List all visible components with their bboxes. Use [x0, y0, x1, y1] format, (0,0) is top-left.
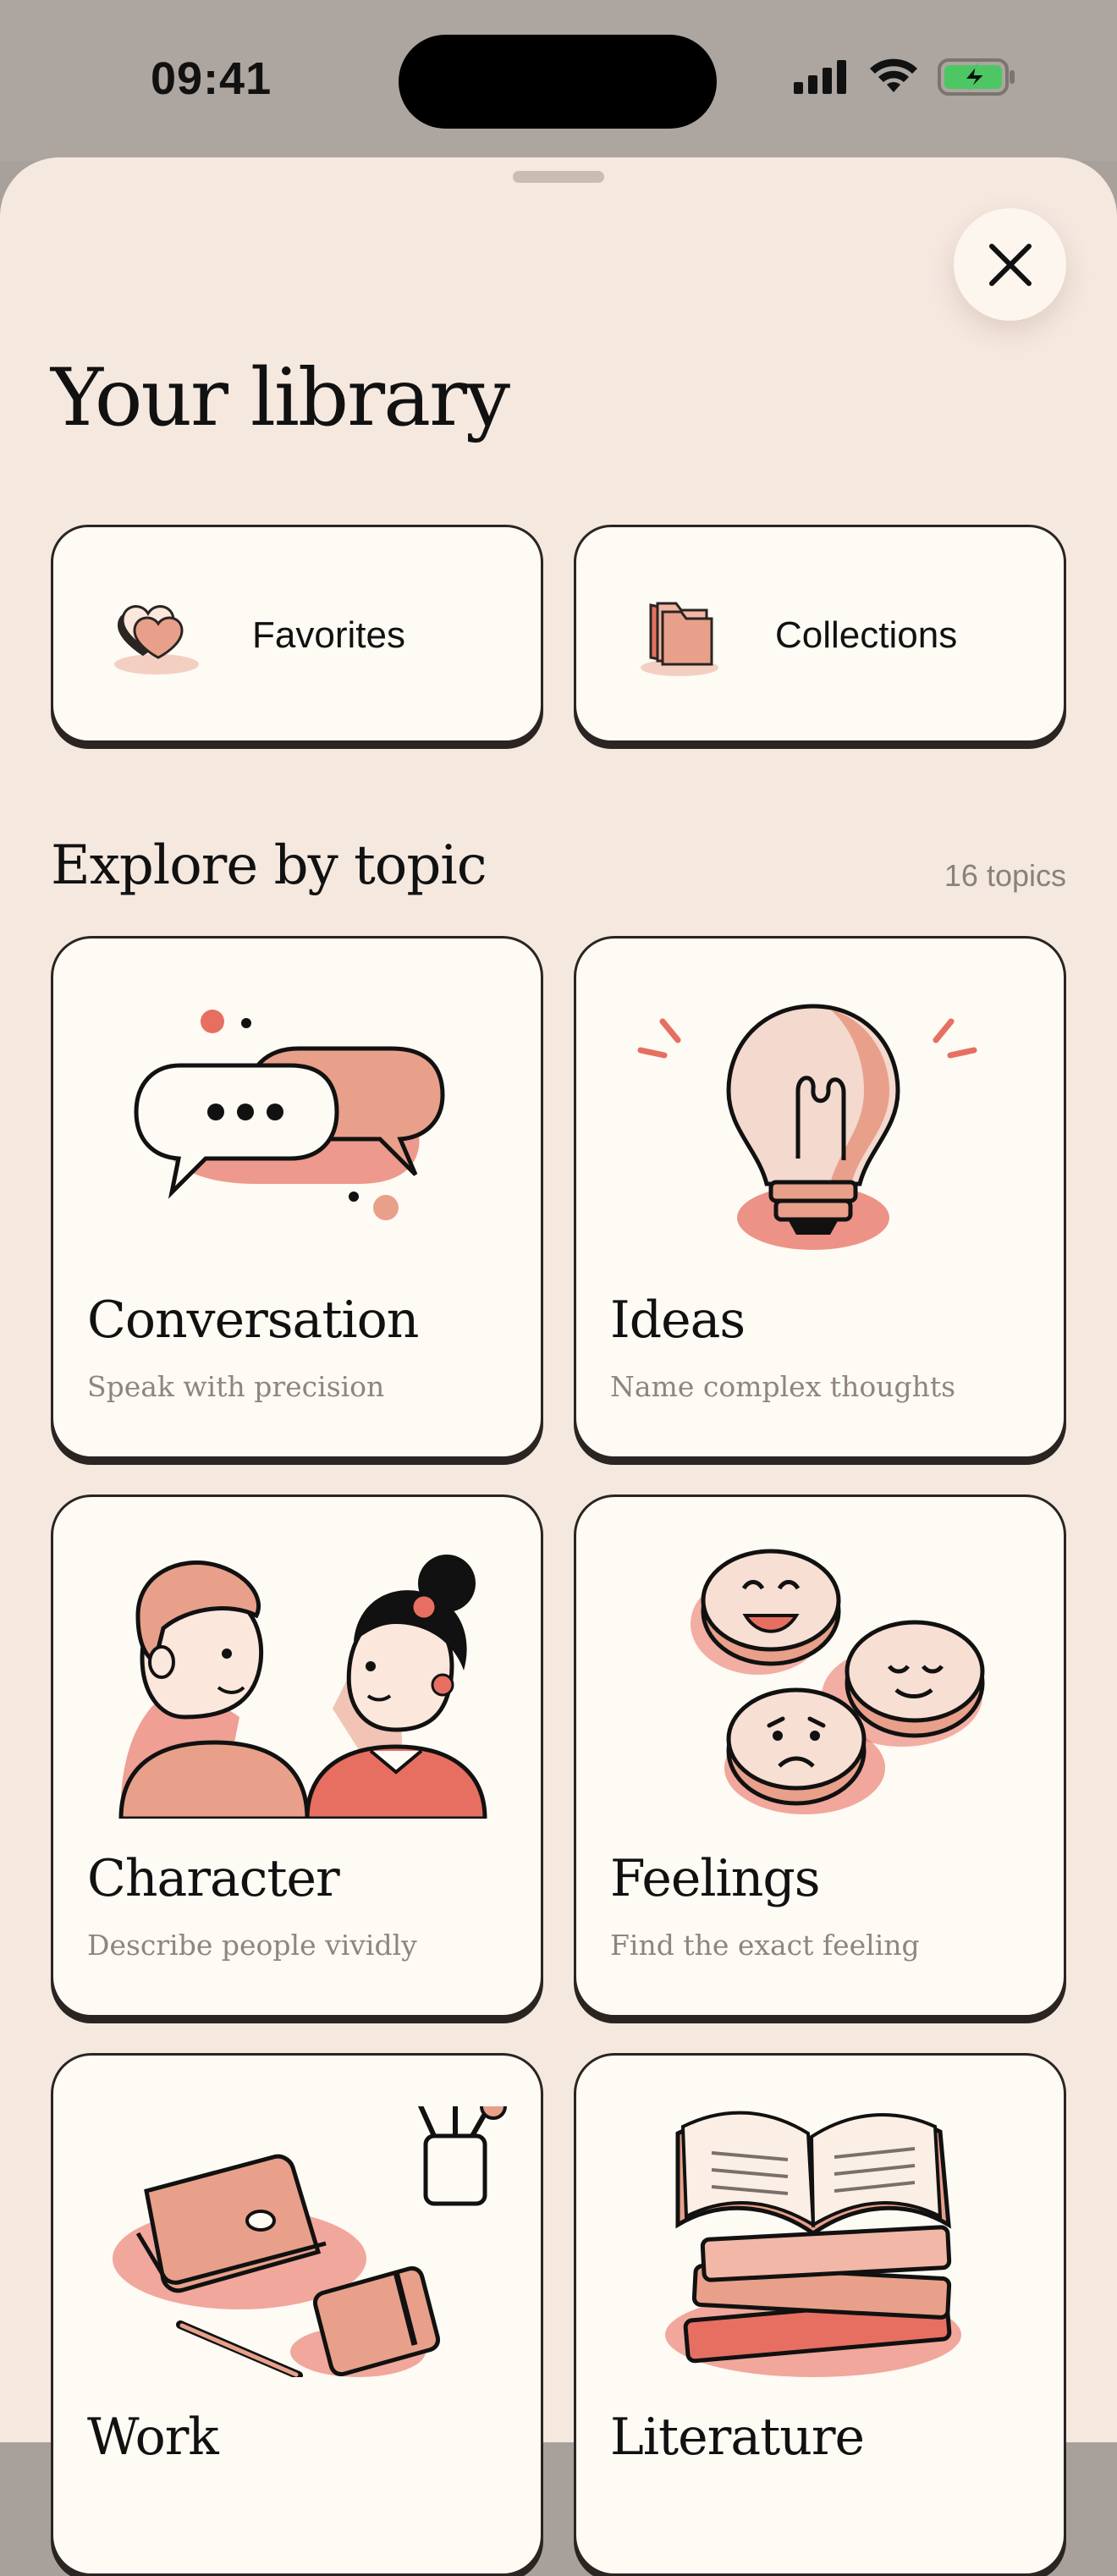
collections-label: Collections [775, 614, 958, 656]
topic-name: Work [87, 2408, 219, 2467]
books-icon [665, 2111, 961, 2377]
collections-button[interactable]: Collections [574, 525, 1066, 743]
topic-name: Conversation [87, 1291, 419, 1350]
heart-box-icon [114, 605, 199, 674]
laptop-desk-icon [113, 2106, 507, 2377]
close-icon [988, 243, 1032, 286]
two-people-icon [118, 1555, 487, 1819]
topic-card-character[interactable]: Character Describe people vividly [51, 1494, 543, 2017]
topic-name: Ideas [610, 1291, 746, 1350]
status-icons [794, 58, 1015, 96]
close-button[interactable] [954, 208, 1066, 321]
sheet-grabber[interactable] [513, 171, 604, 183]
faces-icon [691, 1549, 985, 1814]
page-title: Your library [51, 352, 510, 444]
topic-count: 16 topics [944, 858, 1066, 893]
topic-name: Character [87, 1849, 340, 1908]
status-time: 09:41 [151, 53, 272, 104]
topic-card-ideas[interactable]: Ideas Name complex thoughts [574, 936, 1066, 1459]
topic-card-literature[interactable]: Literature [574, 2053, 1066, 2576]
library-sheet: Your library Favorites Collections Explo… [0, 157, 1117, 2576]
topic-name: Literature [610, 2408, 865, 2467]
section-heading: Explore by topic [51, 834, 487, 897]
cellular-signal-icon [794, 60, 846, 94]
topic-card-conversation[interactable]: Conversation Speak with precision [51, 936, 543, 1459]
topic-subtitle: Speak with precision [87, 1370, 385, 1403]
topic-subtitle: Name complex thoughts [610, 1370, 956, 1403]
folders-icon [641, 602, 718, 676]
topic-subtitle: Describe people vividly [87, 1929, 417, 1962]
topic-card-feelings[interactable]: Feelings Find the exact feeling [574, 1494, 1066, 2017]
topic-name: Feelings [610, 1849, 821, 1908]
favorites-label: Favorites [252, 614, 405, 656]
wifi-icon [870, 58, 917, 92]
topic-subtitle: Find the exact feeling [610, 1929, 920, 1962]
lightbulb-icon [637, 1004, 977, 1250]
status-bar: 09:41 [0, 0, 1117, 161]
speech-bubbles-icon [134, 1010, 445, 1220]
dynamic-island [399, 35, 717, 129]
topic-card-work[interactable]: Work [51, 2053, 543, 2576]
battery-charging-icon [938, 58, 1015, 96]
favorites-button[interactable]: Favorites [51, 525, 543, 743]
